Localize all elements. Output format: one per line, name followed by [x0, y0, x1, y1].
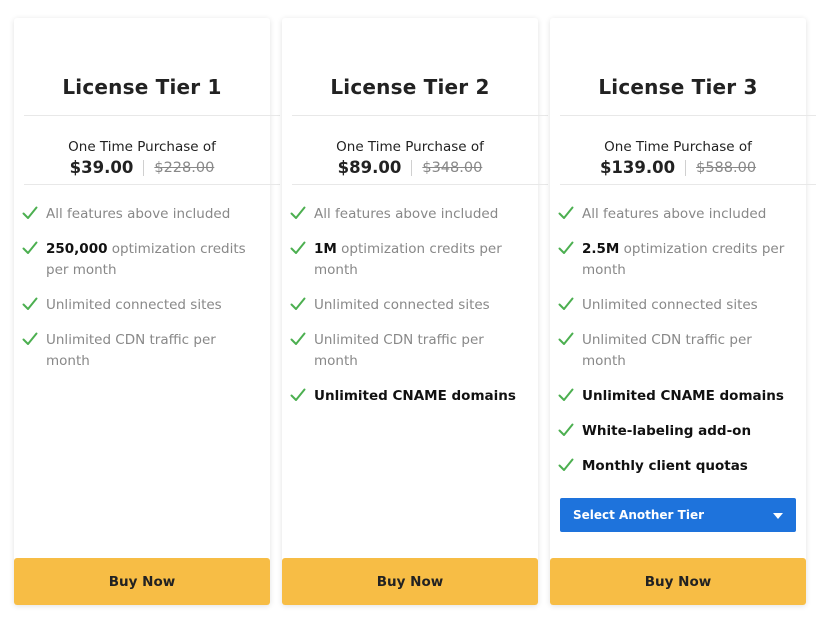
current-price: $89.00: [337, 158, 402, 177]
select-another-tier-dropdown[interactable]: Select Another Tier: [560, 498, 796, 532]
check-icon: [290, 388, 306, 401]
feature-rest: optimization credits per month: [314, 241, 502, 278]
price-separator: [143, 159, 145, 176]
feature-item: Unlimited CDN traffic per month: [22, 330, 262, 372]
tier-title: License Tier 3: [598, 75, 758, 99]
price-row: $39.00 $228.00: [14, 158, 270, 177]
check-icon: [290, 241, 306, 254]
check-icon: [290, 332, 306, 345]
check-icon: [558, 241, 574, 254]
feature-item: White-labeling add-on: [558, 421, 798, 442]
feature-item: All features above included: [22, 204, 262, 225]
original-price: $588.00: [696, 159, 757, 176]
check-icon: [22, 297, 38, 310]
feature-list: All features above included 1M optimizati…: [290, 204, 530, 421]
caret-down-icon: [773, 513, 783, 519]
feature-item: 1M optimization credits per month: [290, 239, 530, 281]
feature-text: Monthly client quotas: [582, 458, 748, 474]
check-icon: [22, 206, 38, 219]
feature-item: Monthly client quotas: [558, 456, 798, 477]
tier-card-1: License Tier 1 One Time Purchase of $39.…: [14, 18, 280, 605]
feature-text: Unlimited CDN traffic per month: [582, 332, 752, 369]
feature-item: Unlimited CDN traffic per month: [290, 330, 530, 372]
feature-item: Unlimited connected sites: [558, 295, 798, 316]
divider: [560, 184, 816, 185]
feature-text: Unlimited CDN traffic per month: [314, 332, 484, 369]
feature-item: 250,000 optimization credits per month: [22, 239, 262, 281]
check-icon: [290, 206, 306, 219]
check-icon: [22, 332, 38, 345]
feature-text: All features above included: [314, 206, 499, 222]
feature-item: Unlimited CNAME domains: [558, 386, 798, 407]
feature-item: Unlimited CNAME domains: [290, 386, 530, 407]
feature-item: All features above included: [290, 204, 530, 225]
purchase-label: One Time Purchase of: [68, 139, 216, 155]
check-icon: [558, 332, 574, 345]
tier-card-2: License Tier 2 One Time Purchase of $89.…: [282, 18, 548, 605]
check-icon: [290, 297, 306, 310]
current-price: $139.00: [599, 158, 676, 177]
feature-text: Unlimited connected sites: [582, 297, 758, 313]
check-icon: [558, 423, 574, 436]
original-price: $228.00: [154, 159, 215, 176]
check-icon: [558, 206, 574, 219]
divider: [292, 184, 548, 185]
feature-highlight: 250,000: [46, 241, 108, 257]
feature-text: Unlimited connected sites: [314, 297, 490, 313]
tier-title: License Tier 2: [330, 75, 490, 99]
divider: [24, 184, 280, 185]
price-row: $139.00 $588.00: [550, 158, 806, 177]
current-price: $39.00: [69, 158, 134, 177]
check-icon: [558, 458, 574, 471]
buy-now-button[interactable]: Buy Now: [14, 558, 270, 605]
divider: [24, 115, 280, 116]
buy-now-button[interactable]: Buy Now: [550, 558, 806, 605]
divider: [292, 115, 548, 116]
feature-item: All features above included: [558, 204, 798, 225]
feature-item: Unlimited connected sites: [290, 295, 530, 316]
check-icon: [22, 241, 38, 254]
check-icon: [558, 388, 574, 401]
feature-item: Unlimited CDN traffic per month: [558, 330, 798, 372]
price-separator: [685, 159, 687, 176]
select-tier-label: Select Another Tier: [573, 508, 705, 522]
check-icon: [558, 297, 574, 310]
feature-text: White-labeling add-on: [582, 423, 752, 439]
feature-text: 2.5M optimization credits per month: [582, 239, 798, 281]
feature-text: All features above included: [46, 206, 231, 222]
divider: [560, 115, 816, 116]
feature-text: All features above included: [582, 206, 767, 222]
feature-text: Unlimited CNAME domains: [582, 388, 784, 404]
purchase-label: One Time Purchase of: [604, 139, 752, 155]
tier-title: License Tier 1: [62, 75, 222, 99]
buy-now-button[interactable]: Buy Now: [282, 558, 538, 605]
feature-highlight: 1M: [314, 241, 337, 257]
original-price: $348.00: [422, 159, 483, 176]
feature-text: Unlimited CNAME domains: [314, 388, 516, 404]
feature-item: Unlimited connected sites: [22, 295, 262, 316]
purchase-label: One Time Purchase of: [336, 139, 484, 155]
feature-list: All features above included 250,000 optim…: [22, 204, 262, 386]
tier-card-3: License Tier 3 One Time Purchase of $139…: [550, 18, 816, 605]
feature-highlight: 2.5M: [582, 241, 620, 257]
feature-text: Unlimited connected sites: [46, 297, 222, 313]
feature-text: 1M optimization credits per month: [314, 239, 530, 281]
feature-text: Unlimited CDN traffic per month: [46, 332, 216, 369]
feature-item: 2.5M optimization credits per month: [558, 239, 798, 281]
feature-list: All features above included 2.5M optimiza…: [558, 204, 798, 491]
feature-text: 250,000 optimization credits per month: [46, 239, 262, 281]
price-separator: [411, 159, 413, 176]
price-row: $89.00 $348.00: [282, 158, 538, 177]
